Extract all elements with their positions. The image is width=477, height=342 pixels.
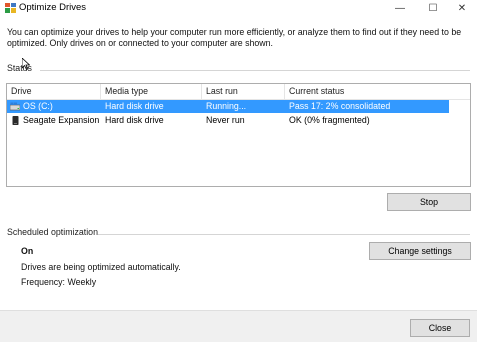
column-header-drive[interactable]: Drive xyxy=(7,84,100,99)
close-button[interactable]: Close xyxy=(410,319,470,337)
schedule-state: On xyxy=(21,246,34,256)
minimize-button[interactable]: — xyxy=(385,0,415,16)
drive-list[interactable]: Drive Media type Last run Current status… xyxy=(6,83,471,187)
column-header-last-run[interactable]: Last run xyxy=(202,84,284,99)
column-header-media-type[interactable]: Media type xyxy=(101,84,201,99)
last-run: Running... xyxy=(206,101,247,111)
intro-description: You can optimize your drives to help you… xyxy=(7,27,462,48)
stop-button[interactable]: Stop xyxy=(387,193,471,211)
drive-name: Seagate Expansion ... xyxy=(23,115,101,125)
schedule-frequency: Frequency: Weekly xyxy=(21,277,97,287)
last-run: Never run xyxy=(206,115,245,125)
current-status: OK (0% fragmented) xyxy=(289,115,370,125)
os-drive-icon xyxy=(10,102,20,111)
status-section-label: Status xyxy=(7,63,32,73)
maximize-button[interactable]: ☐ xyxy=(418,0,448,16)
media-type: Hard disk drive xyxy=(105,115,164,125)
drive-name: OS (C:) xyxy=(23,101,53,111)
change-settings-button[interactable]: Change settings xyxy=(369,242,471,260)
footer-bar xyxy=(0,310,477,342)
schedule-description: Drives are being optimized automatically… xyxy=(21,262,181,272)
status-divider xyxy=(40,70,470,71)
current-status: Pass 17: 2% consolidated xyxy=(289,101,391,111)
window-title: Optimize Drives xyxy=(19,2,87,13)
media-type: Hard disk drive xyxy=(105,101,164,111)
drive-row-seagate[interactable]: Seagate Expansion ... Hard disk drive Ne… xyxy=(7,114,449,127)
external-drive-icon xyxy=(12,116,19,125)
list-header: Drive Media type Last run Current status xyxy=(7,84,470,100)
defrag-app-icon xyxy=(5,3,16,13)
scheduled-optimization-label: Scheduled optimization xyxy=(7,227,98,237)
title-bar: Optimize Drives — ☐ ✕ xyxy=(0,0,477,16)
close-window-button[interactable]: ✕ xyxy=(447,0,477,16)
scheduled-divider xyxy=(98,234,470,235)
drive-row-os[interactable]: OS (C:) Hard disk drive Running... Pass … xyxy=(7,100,449,113)
column-header-current-status[interactable]: Current status xyxy=(285,84,465,99)
